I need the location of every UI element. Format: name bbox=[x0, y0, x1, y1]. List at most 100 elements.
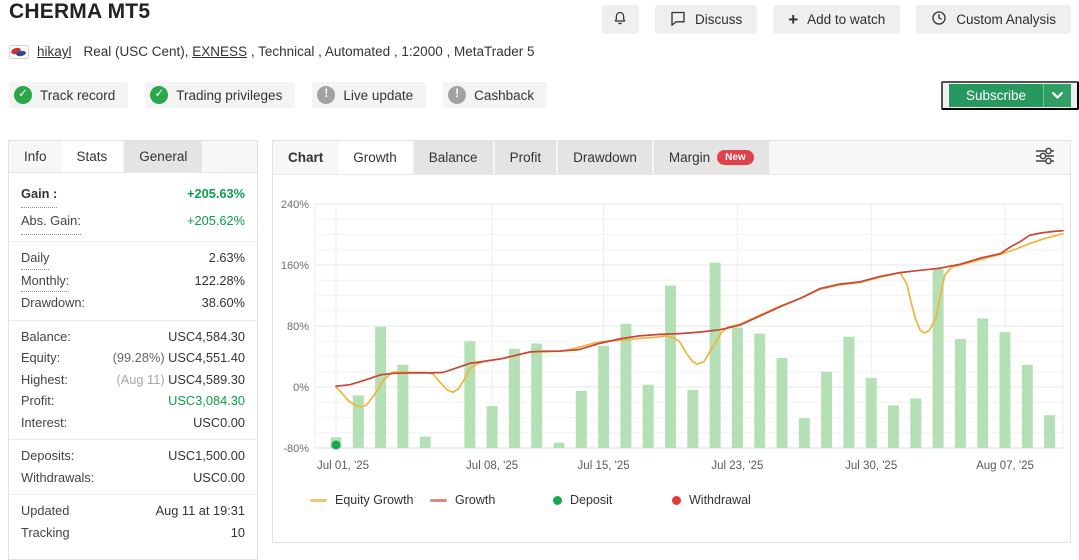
tab-drawdown[interactable]: Drawdown bbox=[558, 141, 652, 174]
account-type-text: Real (USC Cent), bbox=[84, 44, 193, 59]
tab-growth[interactable]: Growth bbox=[338, 141, 412, 174]
stat-label-interest: Interest: bbox=[21, 412, 67, 434]
account-flag-icon bbox=[9, 45, 29, 59]
badge-label: Live update bbox=[343, 88, 413, 103]
stat-value-drawdown: 38.60% bbox=[202, 292, 245, 314]
daily-gain-bar bbox=[955, 339, 966, 448]
account-attrs-text: , Technical , Automated , 1:2000 , MetaT… bbox=[247, 44, 534, 59]
stat-row-profit: Profit: USC3,084.30 bbox=[21, 390, 245, 412]
stat-value-balance: USC4,584.30 bbox=[168, 326, 245, 348]
badge-label: Cashback bbox=[474, 88, 534, 103]
broker-link[interactable]: EXNESS bbox=[192, 44, 247, 59]
daily-gain-bar bbox=[598, 346, 609, 448]
sliders-icon bbox=[1034, 147, 1056, 165]
tab-label: Balance bbox=[429, 150, 478, 165]
tab-chart[interactable]: Chart bbox=[273, 141, 338, 174]
legend-item-withdrawal[interactable]: Withdrawal bbox=[672, 493, 751, 507]
stat-label-tracking: Tracking bbox=[21, 522, 70, 544]
tab-info[interactable]: Info bbox=[9, 141, 62, 172]
legend-line-swatch bbox=[310, 499, 327, 502]
stat-row-balance: Balance: USC4,584.30 bbox=[21, 326, 245, 348]
badge-label: Trading privileges bbox=[176, 88, 282, 103]
daily-gain-bar bbox=[888, 405, 899, 448]
x-axis-label: Jul 15, '25 bbox=[578, 460, 630, 472]
stat-row-equity: Equity:(99.28%) USC4,551.40 bbox=[21, 347, 245, 369]
stat-label-daily[interactable]: Daily bbox=[21, 247, 49, 270]
stat-label-deposits: Deposits: bbox=[21, 445, 74, 467]
stat-prefix-highest: (Aug 11) bbox=[116, 372, 168, 387]
tab-profit[interactable]: Profit bbox=[495, 141, 557, 174]
stat-value-highest: (Aug 11) USC4,589.30 bbox=[116, 369, 245, 391]
stat-row-drawdown: Drawdown: 38.60% bbox=[21, 292, 245, 314]
username-link[interactable]: hikayl bbox=[37, 44, 72, 59]
verification-badges: ✓Track record ✓Trading privileges! Live up… bbox=[9, 82, 547, 108]
daily-gain-bar bbox=[977, 318, 988, 448]
add-to-watch-button[interactable]: + Add to watch bbox=[773, 5, 900, 34]
stat-row-interest: Interest: USC0.00 bbox=[21, 412, 245, 434]
legend-item-deposit[interactable]: Deposit bbox=[553, 493, 612, 507]
chart-settings-button[interactable] bbox=[1032, 145, 1058, 170]
daily-gain-bar bbox=[620, 324, 631, 448]
legend-label: Withdrawal bbox=[689, 493, 751, 507]
daily-gain-bar bbox=[531, 344, 542, 448]
discuss-button[interactable]: Discuss bbox=[655, 5, 757, 34]
stat-value-profit: USC3,084.30 bbox=[168, 390, 245, 412]
stats-group-3: Balance: USC4,584.30Equity:(99.28%) USC4,… bbox=[9, 320, 257, 440]
custom-analysis-button[interactable]: Custom Analysis bbox=[916, 5, 1071, 34]
badge-trading-privileges[interactable]: ✓Trading privileges bbox=[145, 82, 295, 108]
stat-label-abs-gain[interactable]: Abs. Gain: bbox=[21, 208, 81, 235]
account-details: Real (USC Cent), EXNESS , Technical , Au… bbox=[84, 44, 535, 59]
stat-label-profit: Profit: bbox=[21, 390, 54, 412]
stat-label-equity: Equity: bbox=[21, 347, 60, 369]
top-actions: Discuss + Add to watch Custom Analysis bbox=[602, 5, 1071, 34]
stat-label-monthly[interactable]: Monthly: bbox=[21, 270, 69, 293]
daily-gain-bar bbox=[1000, 332, 1011, 448]
daily-gain-bar bbox=[1022, 365, 1033, 448]
series-equity-growth bbox=[336, 234, 1063, 407]
clock-icon bbox=[931, 10, 947, 29]
stats-panel: Info Stats General Gain : +205.63% Abs. Gain… bbox=[8, 140, 258, 560]
badge-track-record[interactable]: ✓Track record bbox=[9, 82, 128, 108]
stats-group-2: Daily2.63%Monthly:122.28%Drawdown:38.60% bbox=[9, 241, 257, 320]
tab-margin[interactable]: MarginNew bbox=[654, 141, 769, 174]
stat-label-balance: Balance: bbox=[21, 326, 71, 348]
tab-label: Stats bbox=[77, 149, 108, 164]
stat-label-gain[interactable]: Gain : bbox=[21, 181, 57, 208]
notifications-button[interactable] bbox=[602, 5, 639, 34]
stat-label-updated: Updated bbox=[21, 500, 69, 522]
stats-group-1: Gain : +205.63% Abs. Gain: +205.62% bbox=[9, 176, 257, 241]
daily-gain-bar bbox=[464, 341, 475, 448]
legend-dot-swatch bbox=[672, 496, 681, 505]
daily-gain-bar bbox=[866, 378, 877, 448]
subscribe-button[interactable]: Subscribe bbox=[941, 81, 1079, 110]
daily-gain-bar bbox=[799, 418, 810, 448]
chevron-down-icon[interactable] bbox=[1043, 84, 1071, 107]
badge-live-update[interactable]: ! Live update bbox=[312, 82, 426, 108]
x-axis-label: Jul 23, '25 bbox=[711, 460, 763, 472]
account-meta-row: hikayl Real (USC Cent), EXNESS , Technic… bbox=[9, 44, 535, 59]
legend-item-equity-growth[interactable]: Equity Growth bbox=[310, 493, 414, 507]
tab-balance[interactable]: Balance bbox=[414, 141, 493, 174]
discuss-label: Discuss bbox=[695, 12, 742, 27]
legend-dot-swatch bbox=[553, 496, 562, 505]
stat-value-gain: +205.63% bbox=[187, 181, 245, 208]
stat-value-abs-gain: +205.62% bbox=[187, 208, 245, 235]
chat-icon bbox=[670, 11, 686, 29]
stat-value-interest: USC0.00 bbox=[193, 412, 245, 434]
daily-gain-bar bbox=[710, 263, 721, 448]
badge-cashback[interactable]: !Cashback bbox=[443, 82, 547, 108]
daily-gain-bar bbox=[554, 443, 565, 448]
stat-value-daily: 2.63% bbox=[209, 247, 245, 270]
stat-row-updated: UpdatedAug 11 at 19:31 bbox=[21, 500, 245, 522]
daily-gain-bar bbox=[375, 327, 386, 448]
daily-gain-bar bbox=[687, 390, 698, 448]
tab-label: General bbox=[139, 149, 187, 164]
growth-chart-area: 240%160%80%0%-80%Jul 01, '25Jul 08, '25J… bbox=[273, 175, 1070, 475]
tab-general[interactable]: General bbox=[124, 141, 202, 172]
legend-item-growth[interactable]: Growth bbox=[430, 493, 495, 507]
tab-stats[interactable]: Stats bbox=[62, 141, 123, 172]
exclamation-circle-icon: ! bbox=[317, 86, 335, 104]
add-to-watch-label: Add to watch bbox=[807, 12, 885, 27]
stat-label-drawdown: Drawdown: bbox=[21, 292, 85, 314]
chart-tabs: ChartGrowth Balance ProfitDrawdownMarginNe… bbox=[273, 141, 1070, 175]
